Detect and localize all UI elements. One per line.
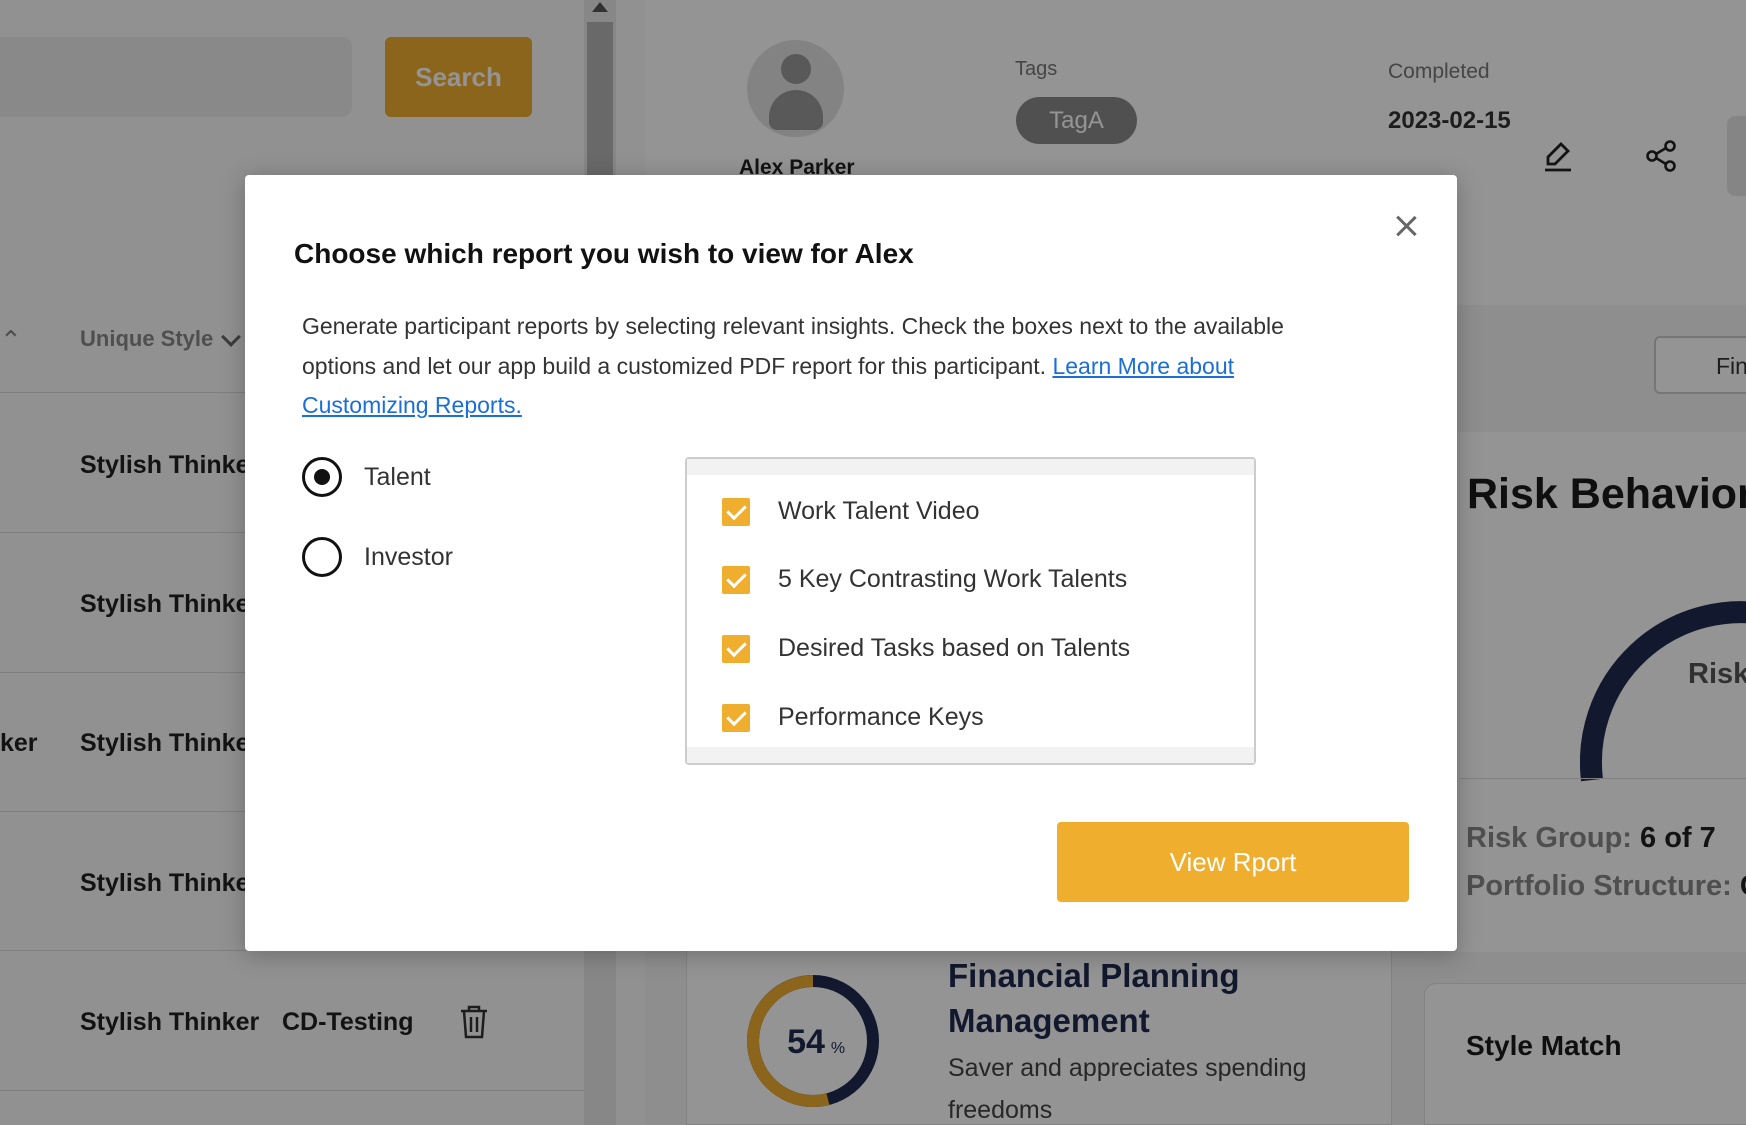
radio-label: Investor xyxy=(364,542,453,571)
radio-button-icon[interactable] xyxy=(302,537,342,577)
checkbox-checked-icon[interactable] xyxy=(722,703,750,732)
checkbox-checked-icon[interactable] xyxy=(722,634,750,663)
option-label: Performance Keys xyxy=(778,703,984,731)
list-top-strip xyxy=(687,459,1254,475)
option-label: 5 Key Contrasting Work Talents xyxy=(778,565,1128,593)
radio-button-icon[interactable] xyxy=(302,457,342,497)
close-icon[interactable] xyxy=(1393,213,1419,239)
radio-label: Talent xyxy=(364,462,431,491)
radio-talent[interactable]: Talent xyxy=(302,457,431,497)
option-label: Desired Tasks based on Talents xyxy=(778,634,1131,662)
option-key-contrasting-talents[interactable]: 5 Key Contrasting Work Talents xyxy=(722,565,1127,594)
checkbox-checked-icon[interactable] xyxy=(722,565,750,594)
report-options-list: Work Talent Video 5 Key Contrasting Work… xyxy=(685,457,1256,765)
modal-description: Generate participant reports by selectin… xyxy=(302,313,1284,418)
checkbox-checked-icon[interactable] xyxy=(722,497,750,526)
option-label: Work Talent Video xyxy=(778,497,980,525)
option-performance-keys[interactable]: Performance Keys xyxy=(722,703,984,732)
option-work-talent-video[interactable]: Work Talent Video xyxy=(722,497,980,526)
view-report-button[interactable]: View Rport xyxy=(1057,822,1409,902)
radio-investor[interactable]: Investor xyxy=(302,537,453,577)
modal-title: Choose which report you wish to view for… xyxy=(294,238,914,269)
option-desired-tasks[interactable]: Desired Tasks based on Talents xyxy=(722,634,1130,663)
list-bottom-strip xyxy=(687,747,1254,763)
